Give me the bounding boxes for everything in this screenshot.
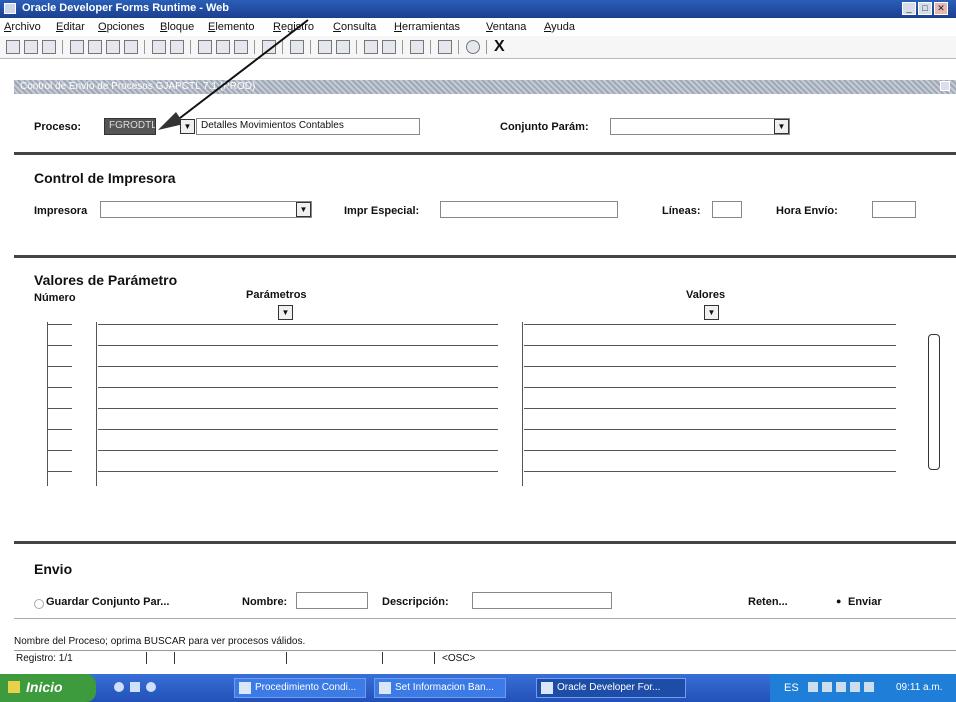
oracle-forms-icon [541, 682, 553, 694]
valores-column-header: Valores [686, 289, 726, 301]
parametro-cell[interactable] [98, 324, 498, 325]
numero-column-header: Número [34, 292, 76, 304]
numero-cell[interactable] [48, 471, 72, 472]
tray-icon[interactable] [864, 682, 874, 692]
proceso-description-field: Detalles Movimientos Contables [196, 118, 420, 135]
lineas-field[interactable] [712, 201, 742, 218]
params-scrollbar[interactable] [928, 334, 940, 470]
section-divider [14, 152, 956, 155]
valor-cell[interactable] [524, 408, 896, 409]
conjunto-param-label: Conjunto Parám: [500, 121, 589, 133]
conjunto-param-field[interactable] [610, 118, 790, 135]
valor-cell[interactable] [524, 345, 896, 346]
task-oracle[interactable]: Oracle Developer For... [536, 678, 686, 698]
printer-section-heading: Control de Impresora [34, 170, 176, 186]
task-informacion[interactable]: Set Informacion Ban... [374, 678, 506, 698]
impr-especial-field[interactable] [440, 201, 618, 218]
parametro-cell[interactable] [98, 408, 498, 409]
windows-logo-icon [8, 681, 20, 693]
numero-cell[interactable] [48, 345, 72, 346]
params-section-heading: Valores de Parámetro [34, 272, 178, 288]
valor-cell[interactable] [524, 450, 896, 451]
section-divider [14, 541, 956, 544]
proceso-label: Proceso: [34, 121, 82, 133]
nombre-label: Nombre: [242, 596, 288, 608]
numero-cell[interactable] [48, 408, 72, 409]
parametro-cell[interactable] [98, 471, 498, 472]
numero-cell[interactable] [48, 450, 72, 451]
parametro-cell[interactable] [98, 366, 498, 367]
record-counter: Registro: 1/1 [16, 653, 73, 664]
numero-cell[interactable] [48, 324, 72, 325]
document-icon [239, 682, 251, 694]
task-label: Set Informacion Ban... [395, 682, 494, 693]
impresora-dropdown-button[interactable]: ▼ [296, 202, 311, 217]
parametros-column-header: Parámetros [246, 289, 307, 301]
valores-dropdown-button[interactable]: ▼ [704, 305, 719, 320]
conjunto-param-dropdown-button[interactable]: ▼ [774, 119, 789, 134]
status-separator [146, 652, 147, 664]
quicklaunch-icon[interactable] [114, 682, 124, 692]
guardar-conjunto-radio[interactable] [34, 599, 44, 609]
horizontal-scrollbar[interactable] [14, 618, 956, 619]
reten-label[interactable]: Reten... [748, 596, 788, 608]
task-label: Procedimiento Condi... [255, 682, 357, 693]
tray-icon[interactable] [822, 682, 832, 692]
enviar-label[interactable]: Enviar [848, 596, 882, 608]
numero-cell[interactable] [48, 429, 72, 430]
record-status-bar: Registro: 1/1 <OSC> [14, 650, 956, 667]
windows-taskbar: Inicio Procedimiento Condi... Set Inform… [0, 674, 956, 702]
task-procedimiento[interactable]: Procedimiento Condi... [234, 678, 366, 698]
envio-section-heading: Envio [34, 561, 73, 577]
message-line: Nombre del Proceso; oprima BUSCAR para v… [14, 636, 956, 650]
parametros-dropdown-button[interactable]: ▼ [278, 305, 293, 320]
status-separator [382, 652, 383, 664]
impresora-field[interactable] [100, 201, 312, 218]
numero-cell[interactable] [48, 387, 72, 388]
valor-cell[interactable] [524, 366, 896, 367]
tray-icon[interactable] [836, 682, 846, 692]
quicklaunch-icon[interactable] [146, 682, 156, 692]
numero-cell[interactable] [48, 366, 72, 367]
valor-cell[interactable] [524, 429, 896, 430]
enviar-radio[interactable]: ● [836, 596, 841, 606]
start-label: Inicio [26, 679, 63, 695]
proceso-code-field[interactable]: FGRODTL [104, 118, 156, 135]
status-separator [434, 652, 435, 664]
osc-indicator: <OSC> [442, 653, 476, 664]
tray-icon[interactable] [850, 682, 860, 692]
hora-envio-field[interactable] [872, 201, 916, 218]
parametro-cell[interactable] [98, 387, 498, 388]
valor-cell[interactable] [524, 387, 896, 388]
status-separator [174, 652, 175, 664]
task-label: Oracle Developer For... [557, 682, 661, 693]
nombre-field[interactable] [296, 592, 368, 609]
valor-cell[interactable] [524, 471, 896, 472]
proceso-dropdown-button[interactable]: ▼ [180, 119, 195, 134]
valor-cell[interactable] [524, 324, 896, 325]
descripcion-label: Descripción: [382, 596, 449, 608]
lineas-label: Líneas: [662, 205, 701, 217]
valores-column-border [522, 322, 523, 486]
guardar-conjunto-label: Guardar Conjunto Par... [46, 596, 170, 608]
language-indicator[interactable]: ES [784, 682, 799, 694]
impresora-label: Impresora [34, 205, 88, 217]
parametro-cell[interactable] [98, 450, 498, 451]
hora-envio-label: Hora Envío: [776, 205, 838, 217]
section-divider [14, 255, 956, 258]
parametros-column-border [96, 322, 97, 486]
parametro-cell[interactable] [98, 345, 498, 346]
tray-icon[interactable] [808, 682, 818, 692]
status-message: Nombre del Proceso; oprima BUSCAR para v… [14, 636, 306, 647]
status-separator [286, 652, 287, 664]
descripcion-field[interactable] [472, 592, 612, 609]
system-clock: 09:11 a.m. [896, 682, 943, 693]
browser-icon [379, 682, 391, 694]
numero-column-border [47, 322, 48, 486]
impr-especial-label: Impr Especial: [344, 205, 420, 217]
quicklaunch-icon[interactable] [130, 682, 140, 692]
parametro-cell[interactable] [98, 429, 498, 430]
